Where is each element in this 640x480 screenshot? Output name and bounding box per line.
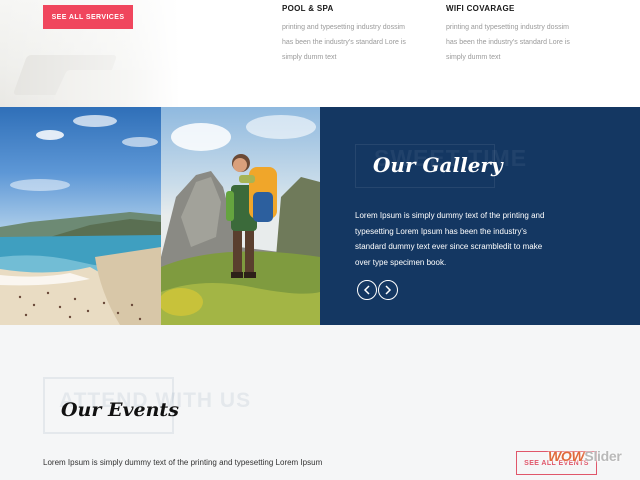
service-line: simply dumm text [446,54,501,61]
beach-illustration [0,115,161,325]
gallery-prev-button[interactable] [357,280,377,300]
events-description: Lorem Ipsum is simply dummy text of the … [43,458,323,467]
service-description: printing and typesetting industry dossim… [446,20,596,65]
hiker-illustration [161,115,320,325]
watermark-part: WOW [548,448,585,464]
service-description: printing and typesetting industry dossim… [282,20,432,65]
beach-photo [0,107,161,325]
chevron-left-icon [363,285,370,295]
hiker-photo [161,107,320,325]
gallery-line: standard dummy text ever since scrambled… [355,242,543,252]
gallery-description: Lorem Ipsum is simply dummy text of the … [355,208,560,271]
service-line: printing and typesetting industry dossim [446,24,569,31]
service-title: WIFI COVARAGE [446,4,515,13]
events-section: ATTEND WITH US Our Events Lorem Ipsum is… [0,325,640,480]
service-wifi-coverage: WIFI COVARAGE printing and typesetting i… [446,4,596,65]
watermark-part: Slider [584,448,622,464]
see-all-services-button[interactable]: SEE ALL SERVICES [43,5,133,29]
service-line: has been the industry's standard Lore is [282,39,406,46]
chevron-right-icon [385,285,392,295]
service-line: has been the industry's standard Lore is [446,39,570,46]
service-line: simply dumm text [282,54,337,61]
services-section: SEE ALL SERVICES POOL & SPA printing and… [0,0,640,107]
gallery-title: Our Gallery [373,153,503,177]
service-pool-spa: POOL & SPA printing and typesetting indu… [282,4,432,65]
gallery-line: typesetting Lorem Ipsum has been the ind… [355,226,527,236]
gallery-section: SWEET TIME Our Gallery Lorem Ipsum is si… [0,107,640,325]
wowslider-watermark: WOWSlider [548,448,622,464]
gallery-line: Lorem Ipsum is simply dummy text of the … [355,211,545,220]
service-title: POOL & SPA [282,4,334,13]
events-title: Our Events [61,399,179,421]
service-line: printing and typesetting industry dossim [282,24,405,31]
gallery-line: over type specimen book. [355,258,447,268]
gallery-next-button[interactable] [378,280,398,300]
